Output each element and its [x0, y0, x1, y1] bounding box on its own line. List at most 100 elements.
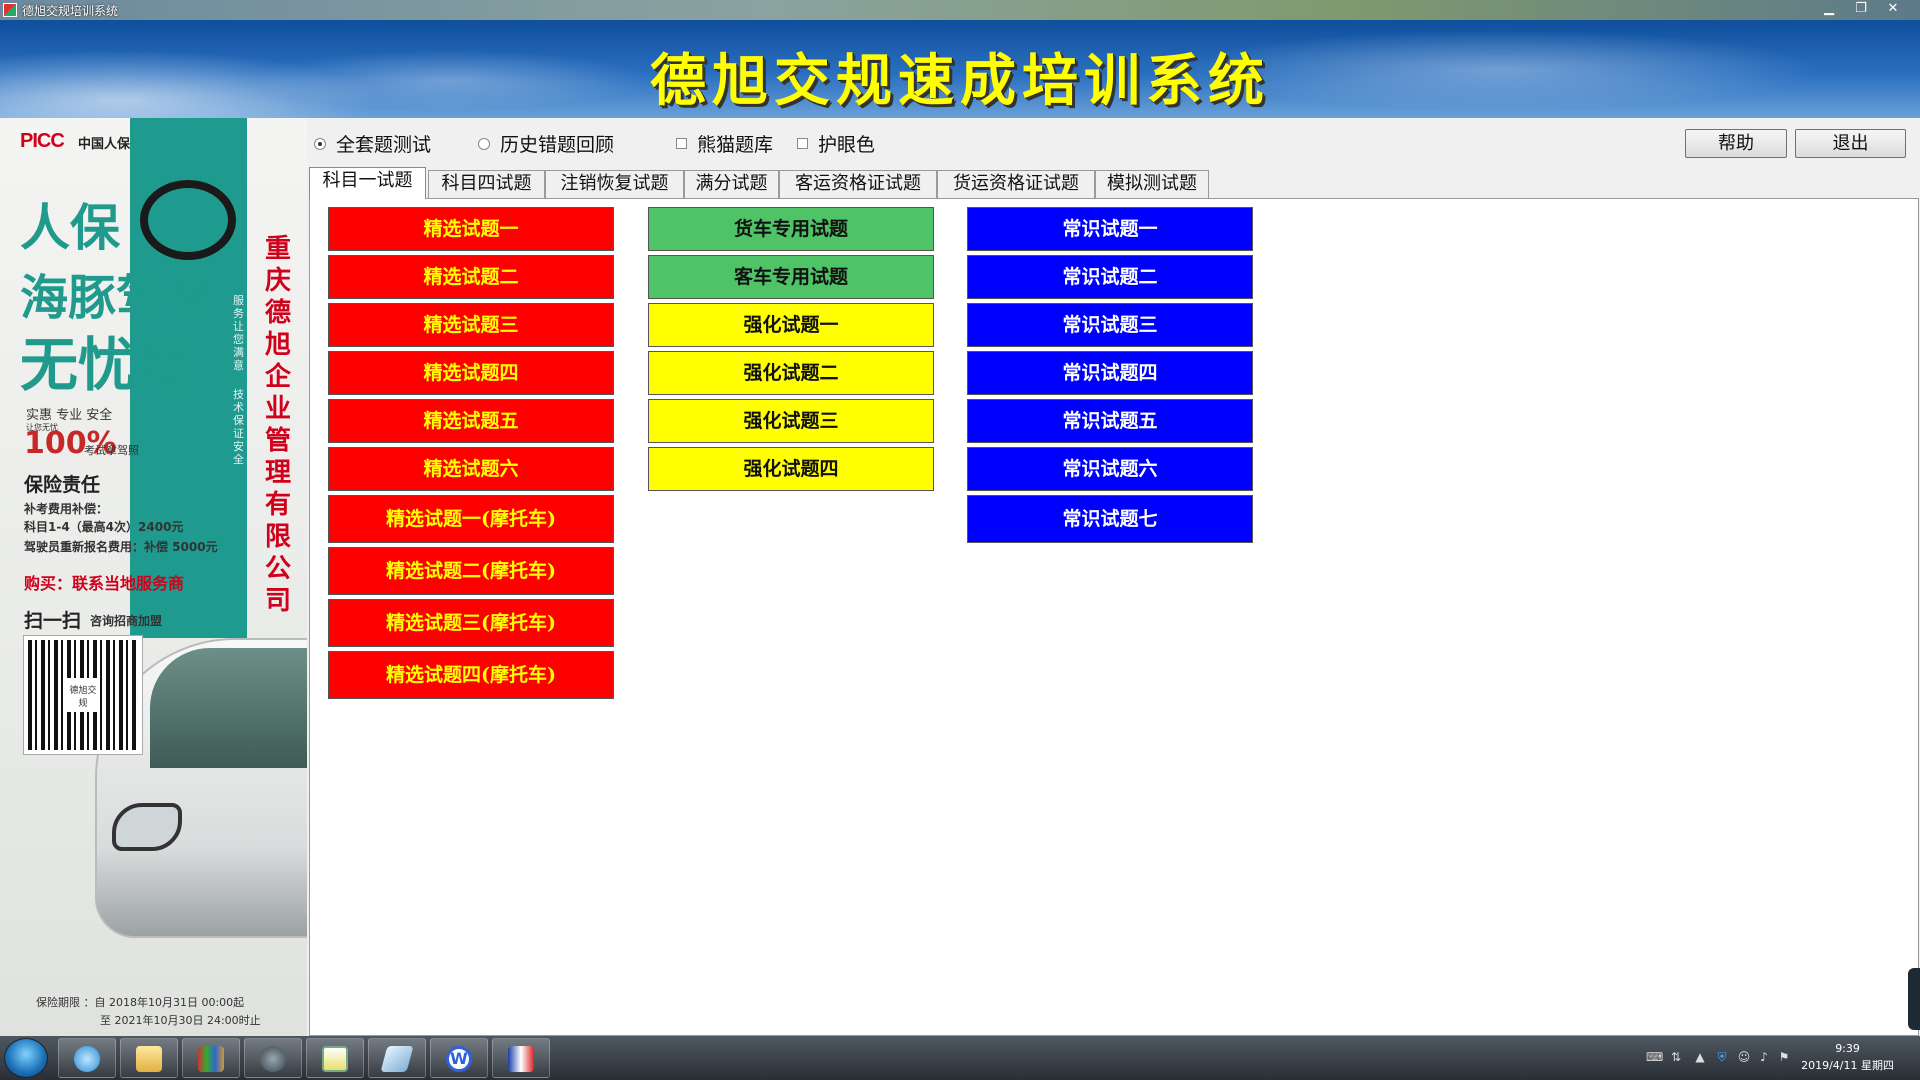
taskbar-explorer[interactable]: [120, 1038, 178, 1078]
tab-cancel-restore[interactable]: 注销恢复试题: [545, 170, 684, 198]
restore-icon[interactable]: ❐: [1846, 0, 1876, 18]
eraser-icon: [380, 1046, 414, 1072]
question-set-button[interactable]: 精选试题三(摩托车): [328, 599, 614, 647]
title-bar: 德旭交规培训系统 ▁ ❐ ✕: [0, 0, 1920, 20]
question-set-button[interactable]: 客车专用试题: [648, 255, 934, 299]
question-set-button[interactable]: 精选试题一(摩托车): [328, 495, 614, 543]
close-icon[interactable]: ✕: [1878, 0, 1908, 18]
taskbar: W ⌨ ⇅ ▲ ⛨ ☺ ♪ ⚑ 9:39 2019/4/11 星期四: [0, 1036, 1920, 1080]
question-set-button[interactable]: 常识试题三: [967, 303, 1253, 347]
tab-subject-four[interactable]: 科目四试题: [428, 170, 545, 198]
check-panda-label: 熊猫题库: [697, 134, 774, 156]
winrar-icon: [198, 1046, 224, 1072]
start-button[interactable]: [4, 1038, 48, 1078]
radio-full-label: 全套题测试: [336, 134, 432, 156]
question-set-button[interactable]: 强化试题四: [648, 447, 934, 491]
clock-date: 2019/4/11 星期四: [1801, 1059, 1894, 1072]
question-set-button[interactable]: 强化试题三: [648, 399, 934, 443]
question-set-button[interactable]: 精选试题四(摩托车): [328, 651, 614, 699]
question-set-button[interactable]: 强化试题一: [648, 303, 934, 347]
window-title: 德旭交规培训系统: [22, 4, 119, 18]
ad-period-1: 保险期限 ：自 2018年10月31日 00:00起: [36, 996, 245, 1009]
taskbar-browser[interactable]: [58, 1038, 116, 1078]
taskbar-training-app[interactable]: [492, 1038, 550, 1078]
action-center-icon[interactable]: ⚑: [1776, 1050, 1792, 1064]
ad-buy-text: 购买：联系当地服务商: [24, 574, 185, 593]
question-set-button[interactable]: 常识试题二: [967, 255, 1253, 299]
question-set-button[interactable]: 常识试题五: [967, 399, 1253, 443]
taskbar-globe[interactable]: [244, 1038, 302, 1078]
question-set-button[interactable]: 精选试题二(摩托车): [328, 547, 614, 595]
question-set-button[interactable]: 常识试题六: [967, 447, 1253, 491]
ad-supplement-title: 补考费用补偿：: [24, 502, 109, 516]
question-set-button[interactable]: 精选试题四: [328, 351, 614, 395]
check-panda[interactable]: 熊猫题库: [676, 130, 773, 156]
steering-wheel-icon: [140, 180, 236, 260]
question-set-button[interactable]: 精选试题二: [328, 255, 614, 299]
ad-supplement-line: 科目1-4（最高4次）2400元: [24, 520, 184, 534]
tab-subject-one[interactable]: 科目一试题: [309, 167, 426, 199]
tab-full-score[interactable]: 满分试题: [684, 170, 779, 198]
radio-icon[interactable]: [478, 137, 490, 150]
tab-freight-cert[interactable]: 货运资格证试题: [937, 170, 1095, 198]
show-hidden-icon[interactable]: ▲: [1692, 1050, 1708, 1064]
question-set-button[interactable]: 精选试题五: [328, 399, 614, 443]
radio-selected-icon[interactable]: [314, 137, 326, 150]
app-icon: [3, 3, 17, 17]
company-name: 重庆德旭企业管理有限公司: [264, 234, 291, 616]
clock[interactable]: 9:39 2019/4/11 星期四: [1801, 1040, 1894, 1074]
question-set-button[interactable]: 常识试题四: [967, 351, 1253, 395]
ad-slogan-2: 技术保证安全: [233, 388, 244, 466]
network-share-icon[interactable]: ⇅: [1668, 1050, 1684, 1064]
clock-time: 9:39: [1835, 1042, 1860, 1055]
radio-history-review[interactable]: 历史错题回顾: [478, 130, 614, 156]
checkbox-icon[interactable]: [797, 138, 808, 149]
taskbar-winrar[interactable]: [182, 1038, 240, 1078]
checkbox-icon[interactable]: [676, 138, 687, 149]
question-set-button[interactable]: 精选试题三: [328, 303, 614, 347]
question-set-button[interactable]: 强化试题二: [648, 351, 934, 395]
car-headlight: [112, 803, 182, 851]
car-window: [150, 648, 307, 768]
taskbar-eraser[interactable]: [368, 1038, 426, 1078]
ad-license-text: 考试拿驾照: [84, 444, 139, 457]
check-eye-label: 护眼色: [818, 134, 876, 156]
exit-button[interactable]: 退出: [1795, 129, 1906, 158]
question-set-button[interactable]: 精选试题六: [328, 447, 614, 491]
minimize-icon[interactable]: ▁: [1814, 0, 1844, 18]
ad-reenroll-line: 驾驶员重新报名费用：补偿 5000元: [24, 540, 218, 554]
tab-passenger-cert[interactable]: 客运资格证试题: [779, 170, 937, 198]
check-eye-care[interactable]: 护眼色: [797, 130, 875, 156]
picc-logo: PICC: [20, 130, 65, 152]
taskbar-wps[interactable]: W: [430, 1038, 488, 1078]
ad-scan-text: 扫一扫: [24, 610, 82, 632]
ad-features: 实惠 专业 安全: [26, 408, 113, 423]
wps-icon: W: [446, 1046, 472, 1072]
folder-icon: [136, 1046, 162, 1072]
qr-label: 德旭交规: [66, 678, 100, 712]
qq-icon[interactable]: ☺: [1736, 1050, 1752, 1064]
ad-headline-3: 无忧险: [20, 331, 195, 399]
radio-history-label: 历史错题回顾: [500, 134, 615, 156]
ad-scan-sub: 咨询招商加盟: [90, 614, 163, 628]
globe-icon: [260, 1046, 286, 1072]
volume-icon[interactable]: ♪: [1756, 1050, 1772, 1064]
browser-icon: [74, 1046, 100, 1072]
question-set-button[interactable]: 常识试题一: [967, 207, 1253, 251]
training-app-icon: [508, 1046, 534, 1072]
question-set-button[interactable]: 货车专用试题: [648, 207, 934, 251]
shield-icon[interactable]: ⛨: [1714, 1050, 1730, 1064]
question-set-button[interactable]: 常识试题七: [967, 495, 1253, 543]
header-banner: 德旭交规速成培训系统: [0, 20, 1920, 118]
keyboard-icon[interactable]: ⌨: [1646, 1050, 1663, 1064]
notepad-icon: [322, 1046, 348, 1072]
edge-handle[interactable]: [1908, 968, 1920, 1030]
tab-mock-test[interactable]: 模拟测试题: [1095, 170, 1209, 198]
ad-panel: PICC 中国人保 人保 海豚驾考 无忧险 服务让您满意 技术保证安全 重庆德旭…: [0, 118, 307, 1036]
help-button[interactable]: 帮助: [1685, 129, 1787, 158]
ad-slogan-1: 服务让您满意: [233, 294, 244, 372]
radio-full-test[interactable]: 全套题测试: [314, 130, 431, 156]
taskbar-notepad[interactable]: [306, 1038, 364, 1078]
question-set-button[interactable]: 精选试题一: [328, 207, 614, 251]
banner-title: 德旭交规速成培训系统: [650, 48, 1270, 114]
